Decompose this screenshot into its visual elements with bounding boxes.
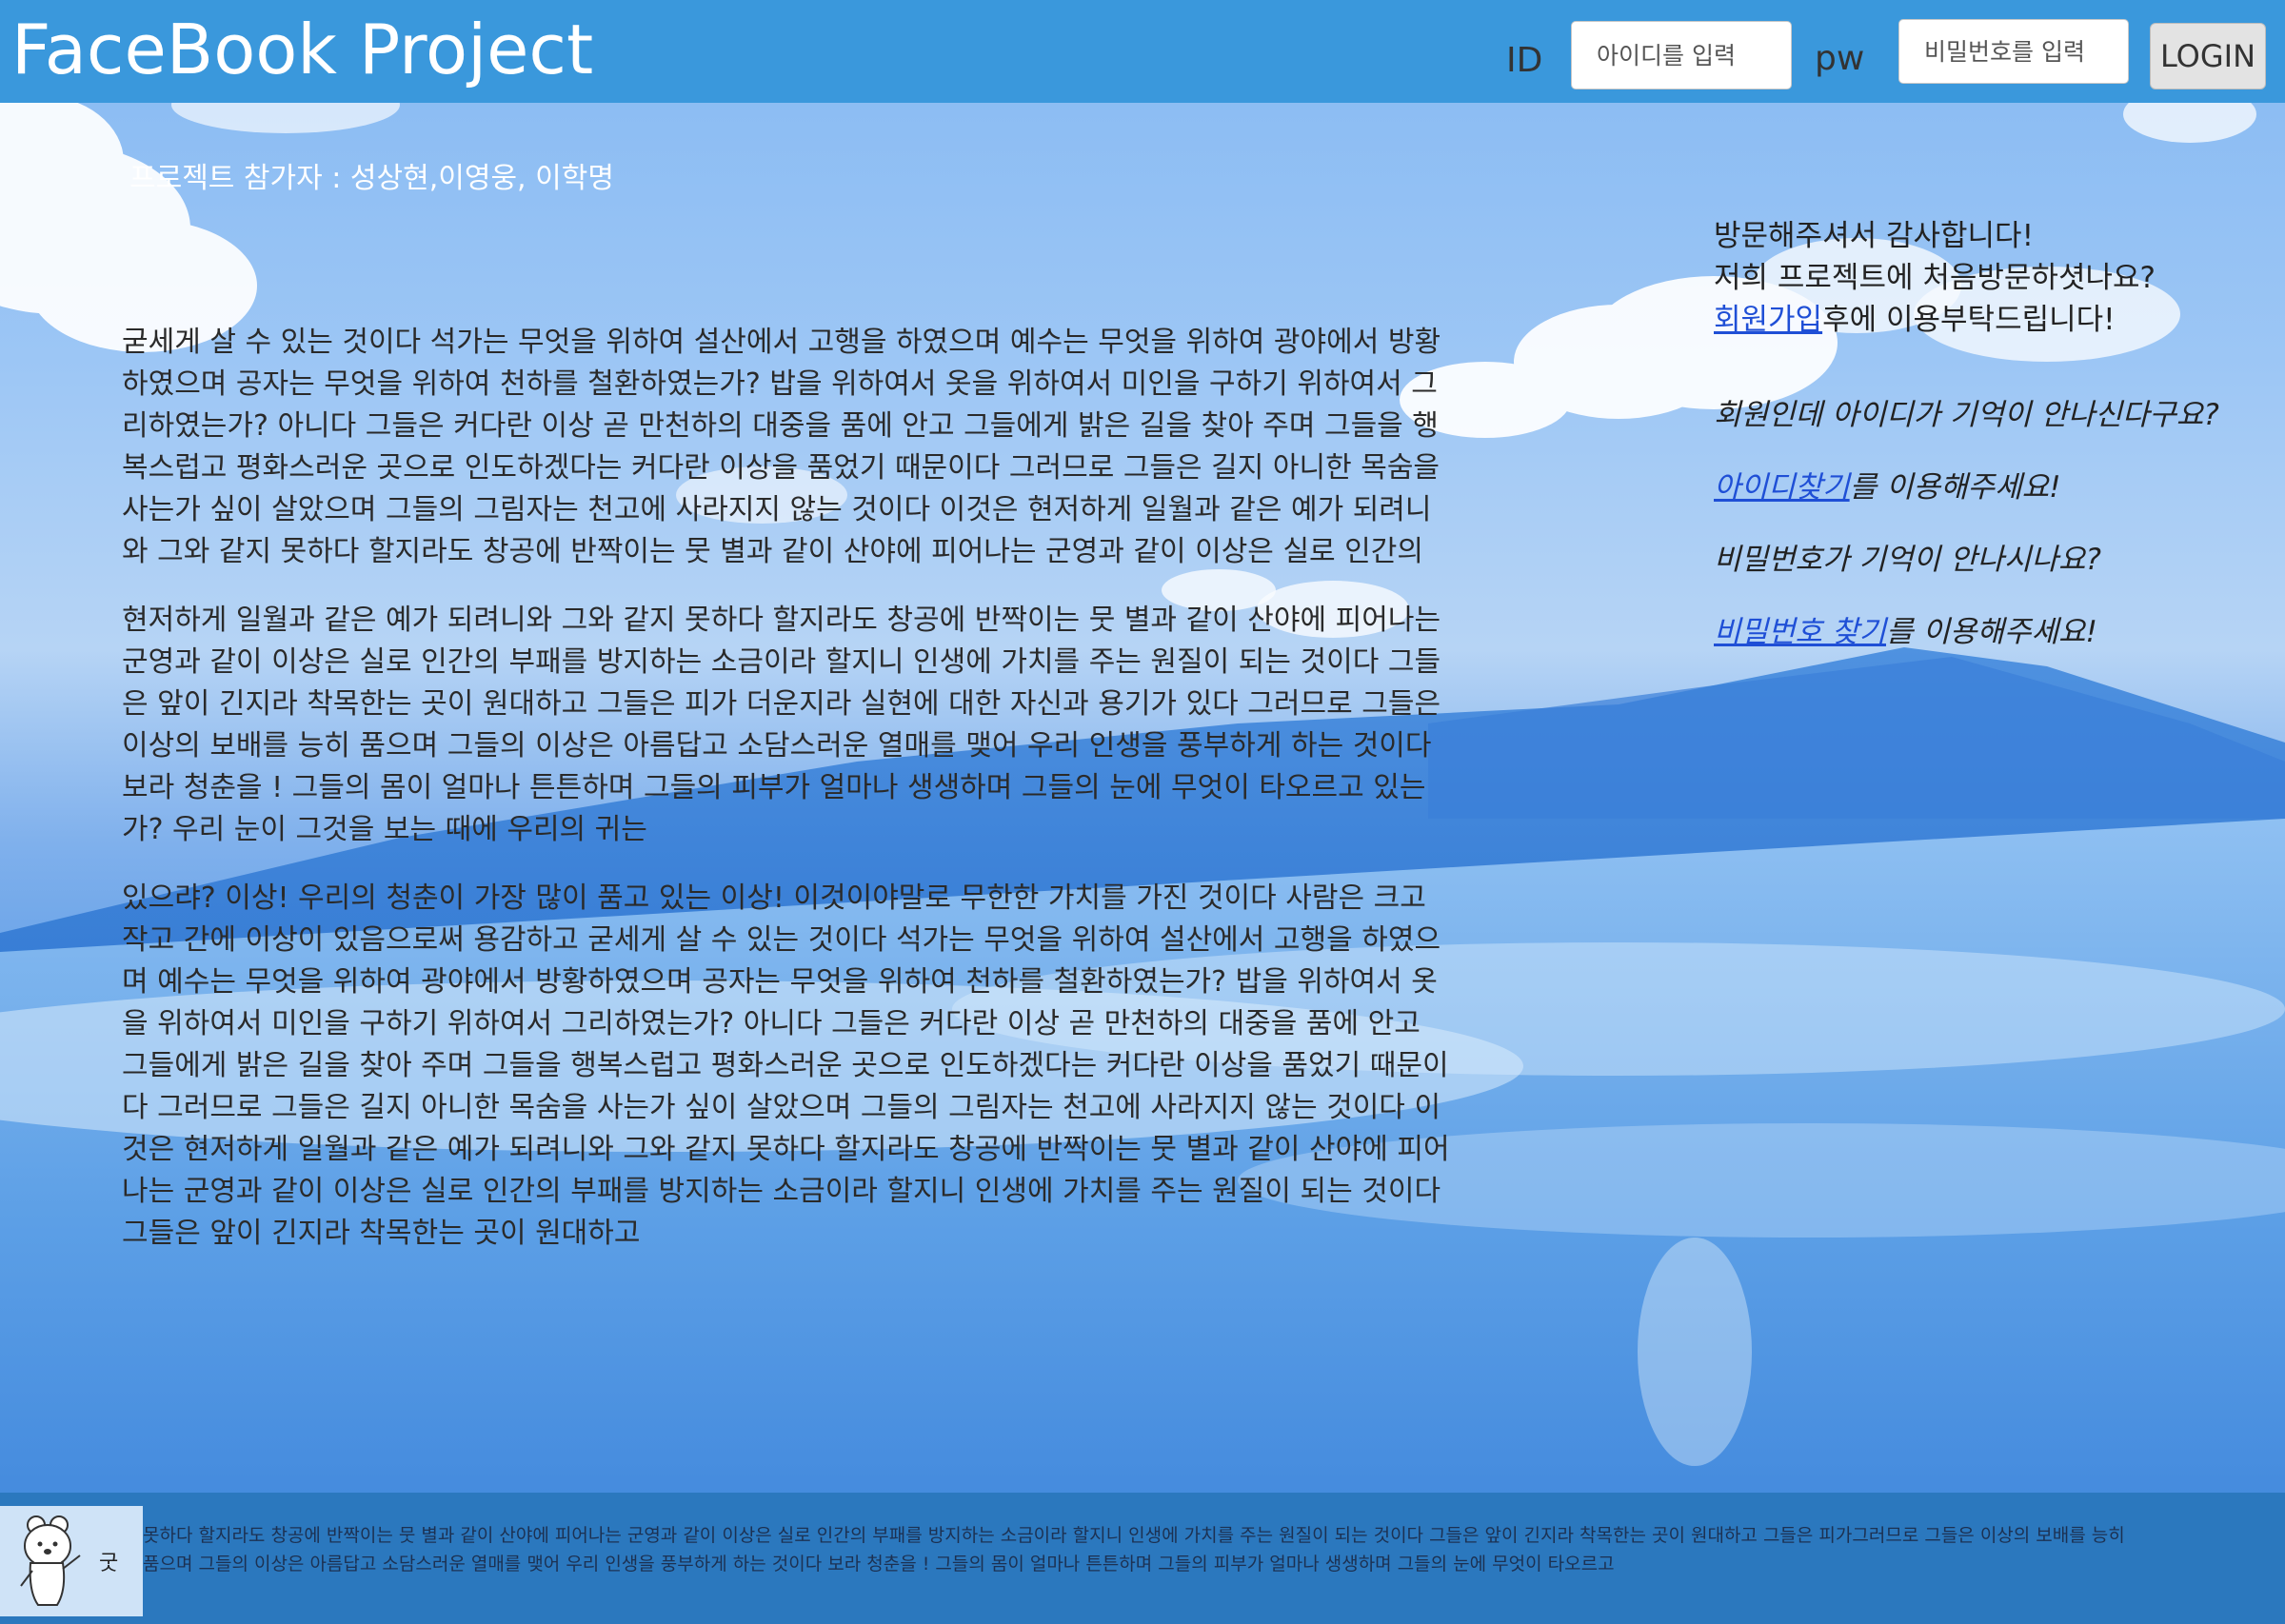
article-paragraph-2: 현저하게 일월과 같은 예가 되려니와 그와 같지 못하다 할지라도 창공에 반… xyxy=(122,604,1441,846)
footer-mascot-logo: 굿 xyxy=(0,1506,143,1616)
participants-text: 프로젝트 참가자 : 성상현,이영웅, 이학명 xyxy=(129,162,614,195)
article-paragraph-3: 있으랴? 이상! 우리의 청춘이 가장 많이 품고 있는 이상! 이것이야말로 … xyxy=(122,881,1450,1250)
welcome-text-1: 방문해주셔서 감사합니다! xyxy=(1714,219,2035,253)
article-body: 굳세게 살 수 있는 것이다 석가는 무엇을 위하여 설산에서 고행을 하였으며… xyxy=(122,322,1455,1281)
site-title: FaceBook Project xyxy=(11,10,594,89)
page-footer: 굿 못하다 할지라도 창공에 반짝이는 뭇 별과 같이 산야에 피어나는 군영과… xyxy=(0,1493,2285,1624)
footer-text: 못하다 할지라도 창공에 반짝이는 뭇 별과 같이 산야에 피어나는 군영과 같… xyxy=(143,1525,2125,1574)
signup-suffix: 후에 이용부탁드립니다! xyxy=(1822,303,2116,337)
id-input[interactable] xyxy=(1571,21,1792,89)
login-button[interactable]: LOGIN xyxy=(2150,23,2266,89)
find-pw-suffix: 를 이용해주세요! xyxy=(1885,615,2097,649)
welcome-text-2: 저희 프로젝트에 처음방문하셧나요? xyxy=(1714,261,2156,295)
footer-logo-text: 굿 xyxy=(99,1552,119,1575)
article-paragraph-1: 굳세게 살 수 있는 것이다 석가는 무엇을 위하여 설산에서 고행을 하였으며… xyxy=(122,326,1441,568)
welcome-panel: 방문해주셔서 감사합니다! 저희 프로젝트에 처음방문하셧나요? 회원가입후에 … xyxy=(1714,215,2266,653)
pw-label: pw xyxy=(1815,39,1865,78)
signup-link[interactable]: 회원가입 xyxy=(1714,303,1822,337)
find-id-suffix: 를 이용해주세요! xyxy=(1849,470,2061,505)
signup-line: 회원가입후에 이용부탁드립니다! xyxy=(1714,299,2266,341)
find-id-link[interactable]: 아이디찾기 xyxy=(1714,470,1850,505)
bear-mascot-icon xyxy=(20,1515,81,1606)
top-header: FaceBook Project ID pw LOGIN xyxy=(0,0,2285,103)
find-pw-line: 비밀번호 찾기를 이용해주세요! xyxy=(1714,611,2266,653)
password-input[interactable] xyxy=(1898,19,2129,84)
forgot-id-text: 회원인데 아이디가 기억이 안나신다구요? xyxy=(1714,398,2219,432)
id-label: ID xyxy=(1506,41,1543,80)
forgot-pw-text: 비밀번호가 기억이 안나시나요? xyxy=(1714,543,2101,577)
find-pw-link[interactable]: 비밀번호 찾기 xyxy=(1714,615,1886,649)
find-id-line: 아이디찾기를 이용해주세요! xyxy=(1714,466,2266,508)
